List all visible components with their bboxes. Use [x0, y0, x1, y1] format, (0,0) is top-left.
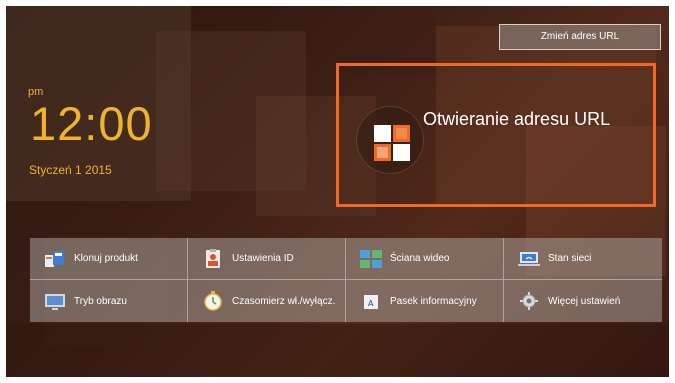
- menu-item-on-off-timer[interactable]: Czasomierz wł./wyłącz.: [188, 280, 346, 322]
- timer-icon: [204, 291, 222, 311]
- menu-item-label: Ściana wideo: [390, 253, 450, 264]
- change-url-button[interactable]: Zmień adres URL: [499, 24, 661, 50]
- clone-product-icon: [45, 250, 64, 267]
- menu-item-label: Ustawienia ID: [232, 253, 294, 264]
- menu-item-more-settings[interactable]: Więcej ustawień: [504, 280, 662, 322]
- menu-item-network-status[interactable]: Stan sieci: [504, 238, 662, 280]
- menu-item-label: Pasek informacyjny: [390, 295, 477, 307]
- clock-date: Styczeń 1 2015: [29, 163, 112, 177]
- ticker-icon: A: [364, 295, 378, 309]
- menu-item-clone-product[interactable]: Klonuj produkt: [30, 238, 188, 280]
- url-icon-circle: [356, 106, 424, 174]
- picture-mode-icon: [45, 294, 65, 310]
- video-wall-icon: [360, 249, 382, 268]
- quick-menu: Klonuj produkt Ustawienia ID Ściana wide…: [30, 238, 662, 322]
- bottom-area: [6, 324, 669, 377]
- open-url-title: Otwieranie adresu URL: [423, 109, 611, 129]
- menu-item-label: Tryb obrazu: [74, 295, 127, 307]
- open-url-icon: [374, 125, 410, 161]
- network-status-icon: [518, 251, 540, 266]
- menu-item-label: Więcej ustawień: [548, 295, 621, 307]
- menu-item-label: Stan sieci: [548, 253, 592, 264]
- home-screen: pm 12:00 Styczeń 1 2015 Zmień adres URL …: [6, 6, 669, 377]
- menu-item-ticker[interactable]: A Pasek informacyjny: [346, 280, 504, 322]
- menu-item-video-wall[interactable]: Ściana wideo: [346, 238, 504, 280]
- id-badge-icon: [206, 248, 220, 268]
- menu-item-label: Klonuj produkt: [74, 253, 138, 264]
- menu-item-picture-mode[interactable]: Tryb obrazu: [30, 280, 188, 322]
- menu-item-label: Czasomierz wł./wyłącz.: [232, 295, 336, 307]
- clock-time: 12:00: [30, 97, 153, 150]
- open-url-card[interactable]: Otwieranie adresu URL: [336, 63, 656, 207]
- gear-icon: [520, 292, 538, 310]
- svg-text:A: A: [368, 299, 374, 308]
- menu-item-id-settings[interactable]: Ustawienia ID: [188, 238, 346, 280]
